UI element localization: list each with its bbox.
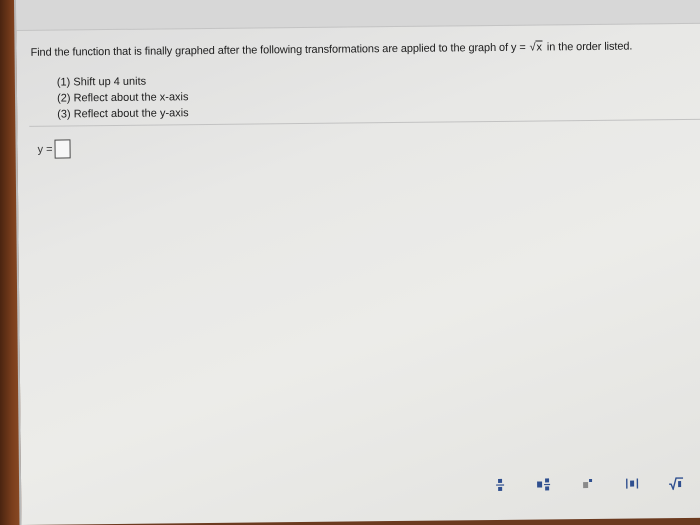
exponent-icon[interactable]	[579, 477, 597, 491]
question-suffix: in the order listed.	[543, 40, 633, 54]
math-toolbar	[491, 476, 700, 492]
square-root-icon[interactable]	[667, 476, 685, 491]
absolute-value-icon[interactable]	[623, 476, 641, 490]
answer-label: y =	[37, 143, 53, 156]
step-1: (1) Shift up 4 units	[56, 75, 147, 89]
transformation-list: (1) Shift up 4 units (2) Reflect about t…	[57, 73, 189, 122]
question-text: Find the function that is finally graphe…	[30, 40, 633, 59]
answer-input-box[interactable]	[54, 139, 71, 159]
answer-row: y =	[37, 139, 71, 159]
header-strip	[15, 0, 700, 31]
question-screen: Find the function that is finally graphe…	[14, 0, 700, 525]
step-2: (2) Reflect about the x-axis	[56, 91, 189, 105]
sqrt-expression: √x	[529, 40, 543, 54]
mixed-number-icon[interactable]	[535, 477, 553, 491]
sqrt-argument: x	[535, 40, 543, 54]
fraction-icon[interactable]	[491, 478, 509, 492]
step-3: (3) Reflect about the y-axis	[57, 107, 189, 121]
question-prefix: Find the function that is finally graphe…	[30, 41, 529, 59]
